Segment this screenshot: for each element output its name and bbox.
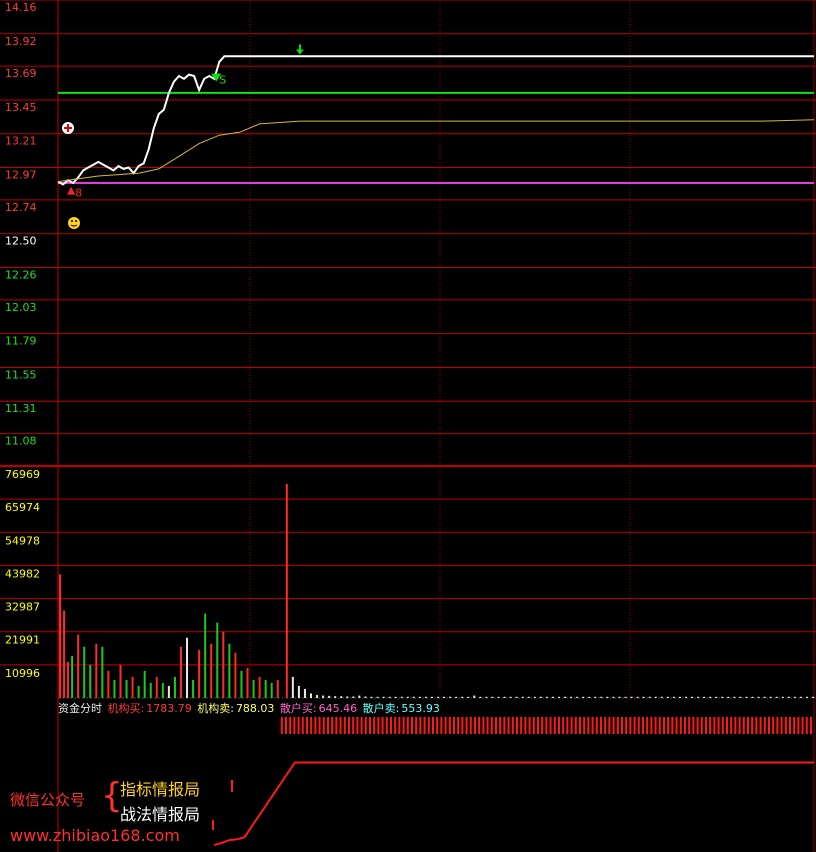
volume-tick-label: 10996: [5, 667, 40, 680]
inst-buy-label: 机构买:: [107, 702, 145, 715]
volume-tick-label: 43982: [5, 567, 40, 580]
smiley-icon: [68, 217, 80, 229]
price-tick-label: 12.97: [5, 169, 37, 182]
sell-marker-label: S: [219, 74, 226, 87]
retail-buy-label: 散户买:: [279, 702, 317, 715]
buy-triangle-icon: [67, 186, 76, 195]
price-tick-label: 11.79: [5, 335, 37, 348]
price-panel: 8S: [57, 44, 815, 229]
fund-step-line: [213, 761, 814, 846]
watermark-url: www.zhibiao168.com: [10, 826, 180, 845]
price-tick-label: 12.03: [5, 301, 37, 314]
retail-buy-value: 645.46: [318, 702, 358, 715]
volume-tick-label: 54978: [5, 534, 40, 547]
price-tick-label: 13.45: [5, 101, 37, 114]
price-tick-label: 12.26: [5, 268, 37, 281]
intraday-chart: 14.16 13.92 13.69 13.45 13.21 12.97 12.74 12.50…: [0, 0, 816, 852]
watermark-line1: 指标情报局: [120, 780, 201, 799]
retail-sell-value: 553.93: [401, 702, 440, 715]
plus-circle-icon: [62, 122, 74, 134]
inst-buy-value: 1783.79: [146, 702, 192, 715]
price-tick-label: 13.21: [5, 135, 37, 148]
volume-panel: [59, 483, 814, 698]
price-tick-label: 13.69: [5, 67, 37, 80]
inst-sell-label: 机构卖:: [197, 702, 234, 715]
price-tick-label: 11.31: [5, 402, 37, 415]
legend-title: 资金分时: [58, 702, 102, 715]
price-line: [57, 55, 814, 186]
avg-line: [57, 119, 815, 183]
price-axis-labels: 14.16 13.92 13.69 13.45 13.21 12.97 12.74 12.50…: [5, 1, 37, 448]
fund-flow-panel: [212, 717, 814, 846]
inst-sell-value: 788.03: [235, 702, 275, 715]
buy-marker-label: 8: [75, 187, 82, 200]
volume-axis-labels: 76969 65974 54978 43982 32987 21991 10996: [5, 468, 40, 680]
price-tick-label: 13.92: [5, 35, 37, 48]
fund-legend: 资金分时 机构买: 1783.79 机构卖: 788.03 散户买: 645.46 散…: [58, 700, 442, 716]
price-tick-label: 11.55: [5, 368, 37, 381]
watermark-line2: 战法情报局: [120, 805, 201, 824]
price-tick-label: 12.74: [5, 201, 37, 214]
wechat-label: 微信公众号: [10, 791, 86, 809]
price-tick-label: 12.50: [5, 235, 37, 248]
volume-tick-label: 65974: [5, 501, 40, 514]
retail-sell-label: 散户卖:: [362, 702, 400, 715]
down-arrow-icon: [295, 49, 304, 55]
smiley-eye: [71, 220, 73, 222]
price-tick-label: 11.08: [5, 435, 37, 448]
smiley-bg: [68, 217, 80, 229]
smiley-eye: [75, 220, 77, 222]
price-tick-label: 14.16: [5, 1, 37, 14]
volume-tick-label: 76969: [5, 468, 40, 481]
volume-tick-label: 21991: [5, 634, 40, 647]
volume-tick-label: 32987: [5, 601, 40, 614]
